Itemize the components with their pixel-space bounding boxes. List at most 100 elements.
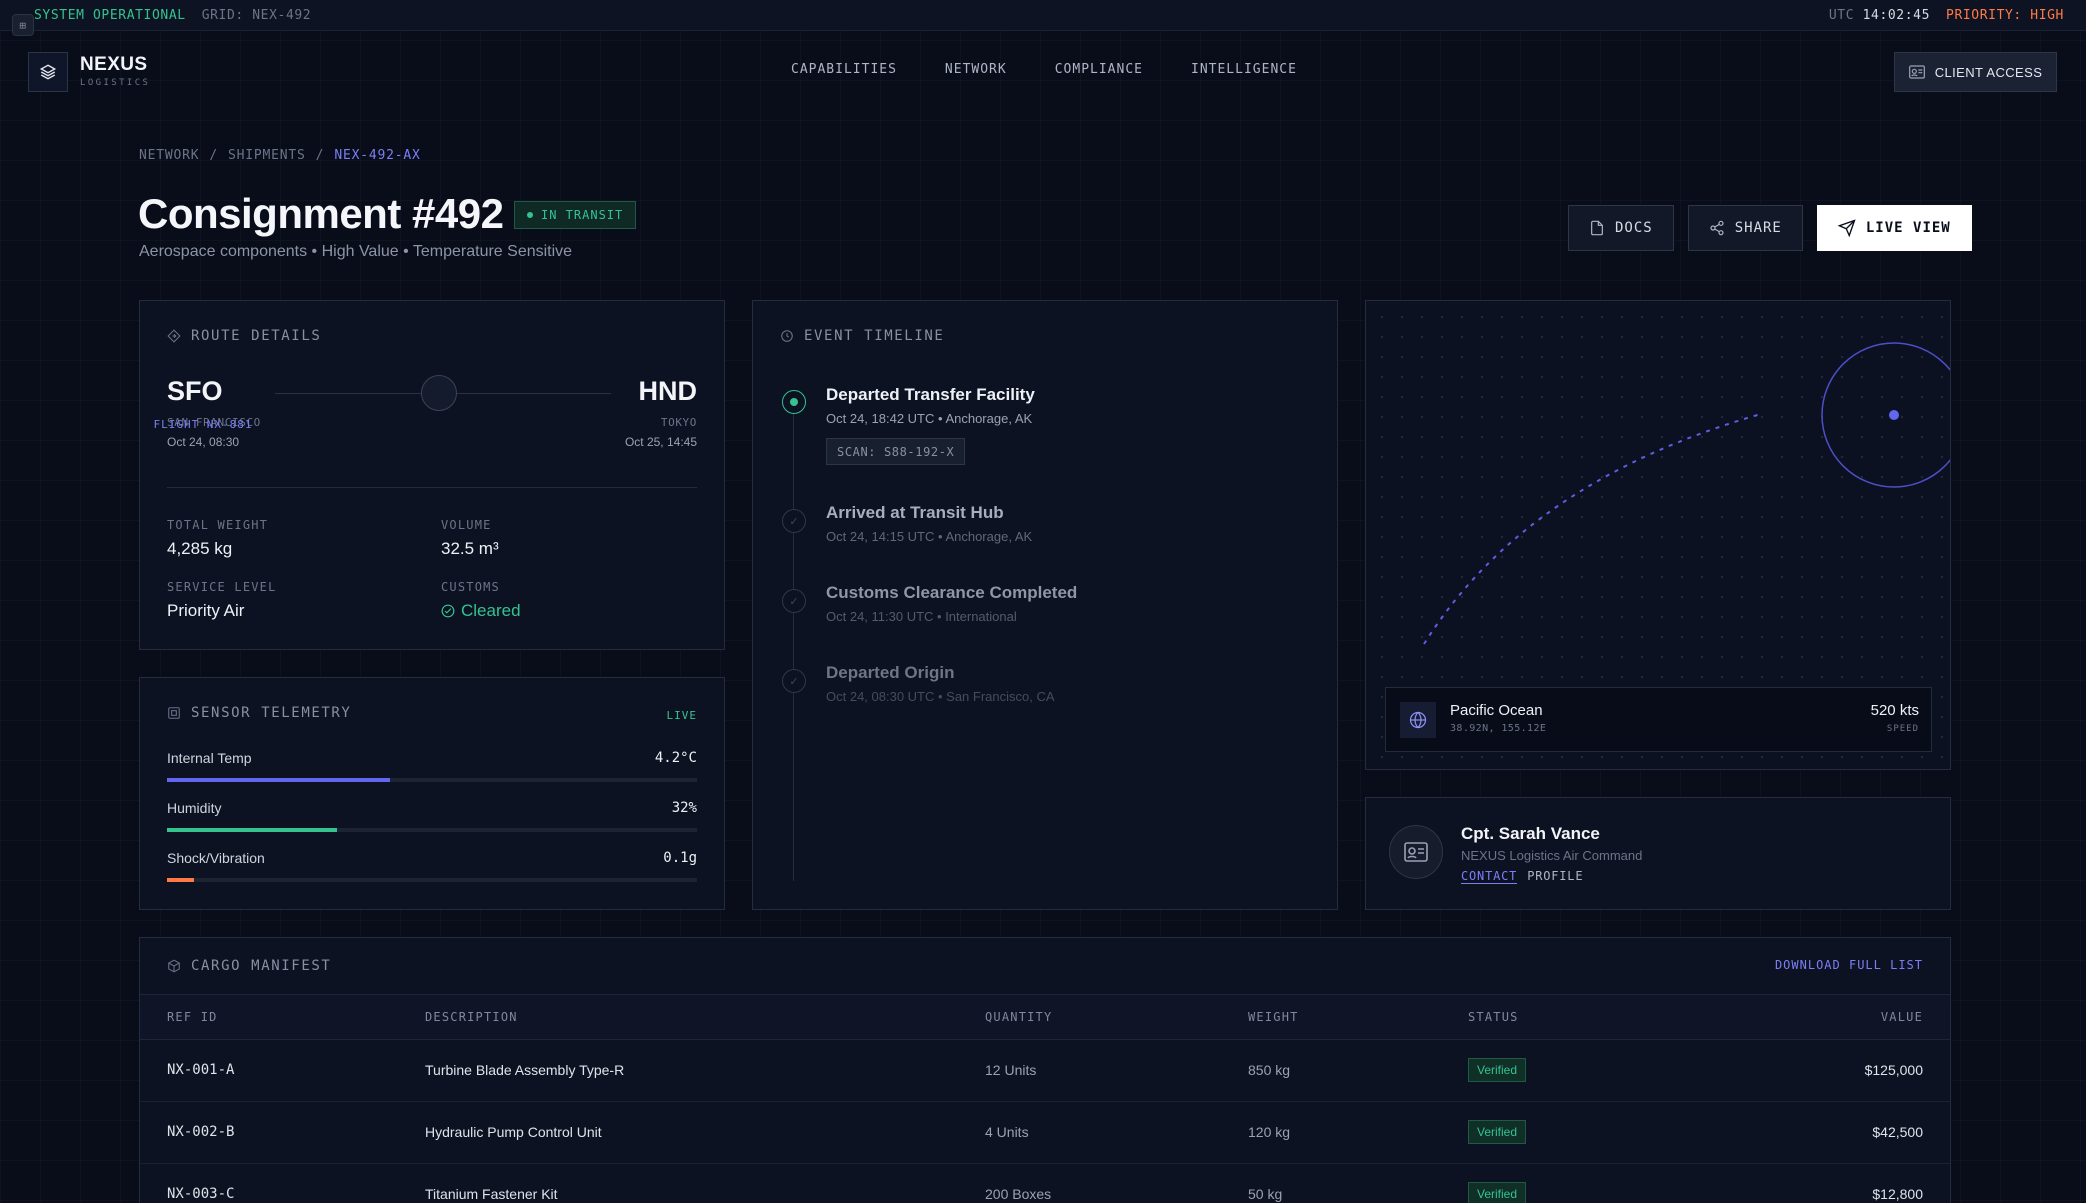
system-status: SYSTEM OPERATIONAL (34, 7, 186, 23)
logo-mark[interactable] (28, 52, 68, 92)
check-icon: ✓ (782, 669, 806, 693)
col-description[interactable]: DESCRIPTION (425, 1010, 518, 1024)
telemetry-row-shock: Shock/Vibration 0.1g (167, 850, 697, 882)
layers-icon (39, 64, 57, 80)
timeline-event-meta: Oct 24, 08:30 UTC • San Francisco, CA (826, 689, 1055, 704)
route-details-heading: ROUTE DETAILS (167, 328, 321, 344)
status-badge: IN TRANSIT (514, 201, 637, 229)
live-map-panel[interactable]: Pacific Ocean 38.92N, 155.12E 520 kts SP… (1365, 300, 1951, 770)
service-label: SERVICE LEVEL (167, 580, 277, 594)
weight-label: TOTAL WEIGHT (167, 518, 269, 532)
col-value[interactable]: VALUE (1881, 1010, 1923, 1024)
package-icon (168, 959, 180, 973)
priority-indicator: PRIORITY: HIGH (1946, 7, 2064, 23)
cell-value: $125,000 (1864, 1062, 1923, 1078)
system-status-bar: ⊞ SYSTEM OPERATIONAL GRID: NEX-492 UTC 1… (0, 0, 2086, 36)
location-card: Pacific Ocean 38.92N, 155.12E 520 kts SP… (1385, 687, 1932, 752)
chip-icon (168, 707, 180, 719)
plane-position-icon (421, 375, 457, 411)
col-weight[interactable]: WEIGHT (1248, 1010, 1299, 1024)
table-row[interactable]: NX-003-C Titanium Fastener Kit 200 Boxes… (140, 1164, 1950, 1203)
cell-weight: 50 kg (1248, 1186, 1283, 1202)
service-value: Priority Air (167, 601, 245, 620)
status-badge: Verified (1468, 1182, 1527, 1203)
telemetry-track (167, 828, 697, 832)
share-button[interactable]: SHARE (1687, 205, 1803, 251)
grid-id: GRID: NEX-492 (201, 7, 312, 23)
status-badge-label: IN TRANSIT (541, 208, 624, 222)
brand-name[interactable]: NEXUS (80, 54, 147, 76)
breadcrumb-network[interactable]: NETWORK (139, 148, 199, 163)
breadcrumb-separator: / (315, 148, 325, 163)
table-row[interactable]: NX-001-A Turbine Blade Assembly Type-R 1… (140, 1040, 1950, 1102)
telemetry-value: 32% (671, 800, 697, 816)
cell-quantity: 12 Units (985, 1062, 1037, 1078)
timeline-event-meta: Oct 24, 18:42 UTC • Anchorage, AK (826, 411, 1033, 426)
col-ref[interactable]: REF ID (167, 1010, 218, 1024)
breadcrumb-shipments[interactable]: SHIPMENTS (228, 148, 306, 163)
live-view-button[interactable]: LIVE VIEW (1816, 205, 1972, 251)
timeline-event-title[interactable]: Departed Origin (826, 663, 954, 683)
nav-network[interactable]: NETWORK (945, 62, 1007, 77)
download-list-link[interactable]: DOWNLOAD FULL LIST (1775, 958, 1923, 972)
contact-links: CONTACT PROFILE (1461, 869, 1583, 884)
volume-value: 32.5 m³ (441, 539, 499, 558)
col-quantity[interactable]: QUANTITY (985, 1010, 1052, 1024)
origin-code: SFO (167, 376, 223, 406)
share-label: SHARE (1734, 220, 1782, 236)
contact-link[interactable]: CONTACT (1461, 869, 1518, 884)
nav-intelligence[interactable]: INTELLIGENCE (1191, 62, 1297, 77)
brand-subtitle: LOGISTICS (80, 78, 151, 88)
avatar (1389, 825, 1443, 879)
page-title: Consignment #492 (138, 190, 504, 237)
manifest-header-row: REF ID DESCRIPTION QUANTITY WEIGHT STATU… (140, 994, 1950, 1040)
telemetry-track (167, 778, 697, 782)
route-details-panel: ROUTE DETAILS SFO SAN FRANCISCO Oct 24, … (139, 300, 725, 650)
status-badge: Verified (1468, 1120, 1527, 1144)
speed-value: 520 kts (1870, 702, 1919, 719)
position-radius-ring (1821, 342, 1950, 488)
route-icon (167, 329, 181, 343)
location-name: Pacific Ocean (1450, 702, 1543, 719)
sensor-telemetry-panel: SENSOR TELEMETRY LIVE Internal Temp 4.2°… (139, 677, 725, 910)
dest-code: HND (638, 376, 698, 406)
nav-compliance[interactable]: COMPLIANCE (1055, 62, 1143, 77)
profile-link[interactable]: PROFILE (1527, 869, 1583, 884)
telemetry-heading: SENSOR TELEMETRY (167, 705, 351, 721)
live-view-label: LIVE VIEW (1865, 220, 1951, 236)
divider (167, 487, 697, 488)
cell-ref: NX-002-B (167, 1124, 235, 1140)
id-badge-icon (1404, 842, 1428, 862)
timeline-event-meta: Oct 24, 14:15 UTC • Anchorage, AK (826, 529, 1033, 544)
check-icon: ✓ (782, 509, 806, 533)
check-icon: ✓ (782, 589, 806, 613)
cell-weight: 850 kg (1248, 1062, 1291, 1078)
telemetry-row-humidity: Humidity 32% (167, 800, 697, 832)
timeline-heading: EVENT TIMELINE (780, 328, 944, 344)
page-subtitle: Aerospace components • High Value • Temp… (139, 243, 573, 260)
cell-quantity: 4 Units (985, 1124, 1029, 1140)
route-heading-label: ROUTE DETAILS (191, 328, 322, 344)
table-row[interactable]: NX-002-B Hydraulic Pump Control Unit 4 U… (140, 1102, 1950, 1164)
timeline-event-title[interactable]: Arrived at Transit Hub (826, 503, 1004, 523)
telemetry-fill (167, 778, 390, 782)
speed-label: SPEED (1886, 724, 1919, 734)
client-access-label: CLIENT ACCESS (1934, 64, 2043, 80)
status-dot-icon (527, 212, 533, 218)
telemetry-value: 4.2°C (654, 750, 697, 766)
docs-button[interactable]: DOCS (1568, 205, 1674, 251)
col-status[interactable]: STATUS (1468, 1010, 1519, 1024)
pilot-contact-card: Cpt. Sarah Vance NEXUS Logistics Air Com… (1365, 797, 1951, 910)
timeline-event-title[interactable]: Departed Transfer Facility (826, 385, 1035, 405)
breadcrumb-current: NEX-492-AX (334, 148, 421, 163)
id-card-icon (1908, 65, 1925, 79)
telemetry-track (167, 878, 697, 882)
flight-number[interactable]: FLIGHT NX-881 (0, 418, 495, 431)
location-coords: 38.92N, 155.12E (1450, 723, 1547, 734)
nav-capabilities[interactable]: CAPABILITIES (791, 62, 897, 77)
telemetry-value: 0.1g (663, 850, 697, 866)
client-access-button[interactable]: CLIENT ACCESS (1894, 52, 2057, 92)
share-icon (1710, 220, 1724, 236)
document-icon (1591, 220, 1603, 236)
timeline-event-title[interactable]: Customs Clearance Completed (826, 583, 1077, 603)
